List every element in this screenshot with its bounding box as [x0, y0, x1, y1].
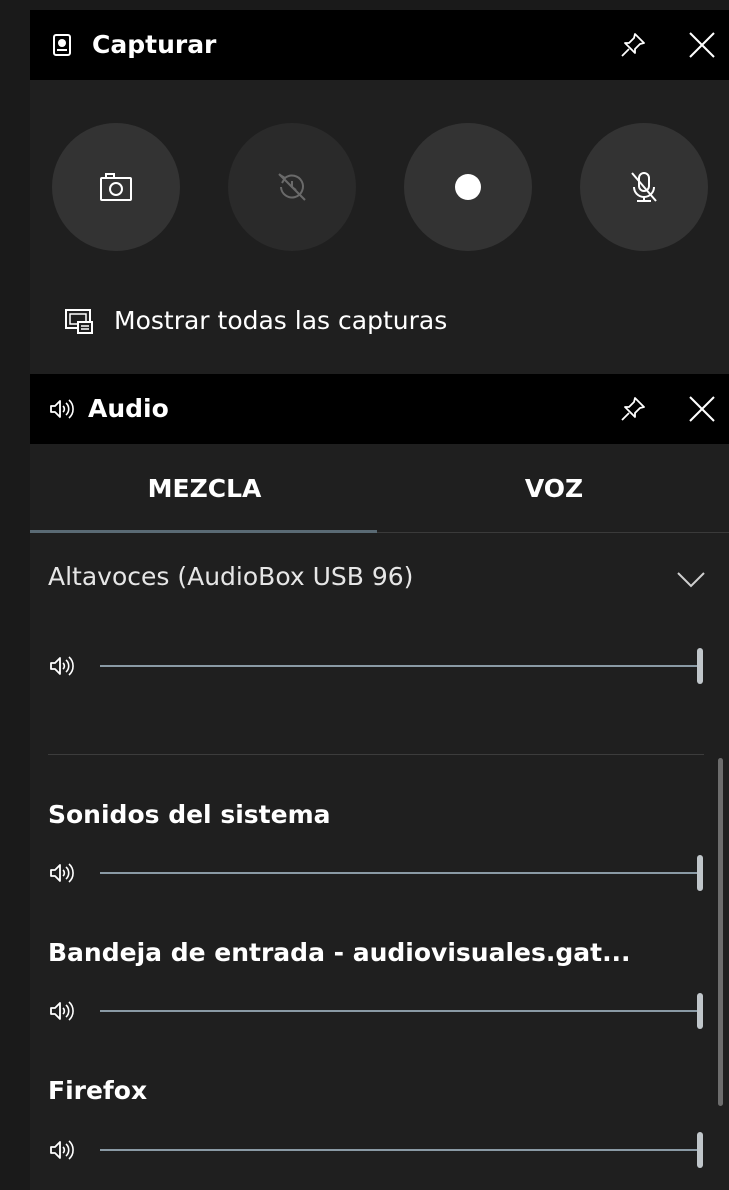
- app-name-inbox: Bandeja de entrada - audiovisuales.gat..…: [48, 938, 631, 967]
- output-device-select[interactable]: Altavoces (AudioBox USB 96): [48, 562, 413, 591]
- app-name-firefox: Firefox: [48, 1076, 148, 1105]
- scrollbar[interactable]: [718, 758, 723, 1106]
- pin-icon[interactable]: [618, 30, 648, 60]
- section-divider: [48, 754, 704, 755]
- record-last-button[interactable]: [228, 123, 356, 251]
- close-icon[interactable]: [687, 30, 717, 60]
- active-tab-indicator: [30, 530, 377, 533]
- show-all-captures-label: Mostrar todas las capturas: [114, 306, 448, 335]
- app-volume-slider[interactable]: [100, 1149, 700, 1151]
- volume-slider-thumb[interactable]: [697, 855, 703, 891]
- volume-fill: [100, 665, 700, 667]
- screenshot-button[interactable]: [52, 123, 180, 251]
- speaker-icon[interactable]: [48, 654, 78, 678]
- app-volume-row: [48, 1130, 708, 1170]
- capture-titlebar[interactable]: Capturar: [30, 10, 729, 80]
- volume-slider-thumb[interactable]: [697, 648, 703, 684]
- pin-icon[interactable]: [618, 394, 648, 424]
- speaker-icon[interactable]: [48, 999, 78, 1023]
- record-button[interactable]: [404, 123, 532, 251]
- speaker-icon[interactable]: [48, 1138, 78, 1162]
- tab-voice[interactable]: VOZ: [379, 444, 729, 534]
- volume-slider-thumb[interactable]: [697, 993, 703, 1029]
- camera-icon: [100, 173, 132, 201]
- app-name-system-sounds: Sonidos del sistema: [48, 800, 331, 829]
- speaker-icon: [50, 399, 74, 419]
- app-volume-slider[interactable]: [100, 872, 700, 874]
- audio-widget: Audio MEZCLA VOZ Altavoces (AudioBox USB…: [30, 374, 729, 1190]
- volume-fill: [100, 1010, 700, 1012]
- capture-title: Capturar: [92, 30, 217, 59]
- app-volume-slider[interactable]: [100, 1010, 700, 1012]
- mic-toggle-button[interactable]: [580, 123, 708, 251]
- volume-fill: [100, 872, 700, 874]
- device-volume-row: [48, 646, 708, 686]
- chevron-down-icon[interactable]: [676, 570, 706, 590]
- mic-off-icon: [631, 172, 657, 202]
- volume-slider-thumb[interactable]: [697, 1132, 703, 1168]
- app-volume-row: [48, 853, 708, 893]
- app-volume-row: [48, 991, 708, 1031]
- speaker-icon[interactable]: [48, 861, 78, 885]
- audio-titlebar[interactable]: Audio: [30, 374, 729, 444]
- audio-tabs: MEZCLA VOZ: [30, 444, 729, 534]
- close-icon[interactable]: [687, 394, 717, 424]
- record-last-disabled-icon: [278, 173, 306, 201]
- xbox-game-bar: Capturar Mostrar todas las capturas Audi…: [0, 0, 729, 1190]
- volume-fill: [100, 1149, 700, 1151]
- capture-widget-icon: [53, 34, 71, 56]
- device-volume-slider[interactable]: [100, 665, 700, 667]
- audio-title: Audio: [88, 394, 169, 423]
- tab-mix[interactable]: MEZCLA: [30, 444, 379, 534]
- gallery-icon: [65, 309, 93, 334]
- record-dot-icon: [455, 174, 481, 200]
- capture-widget: Capturar Mostrar todas las capturas: [30, 10, 729, 374]
